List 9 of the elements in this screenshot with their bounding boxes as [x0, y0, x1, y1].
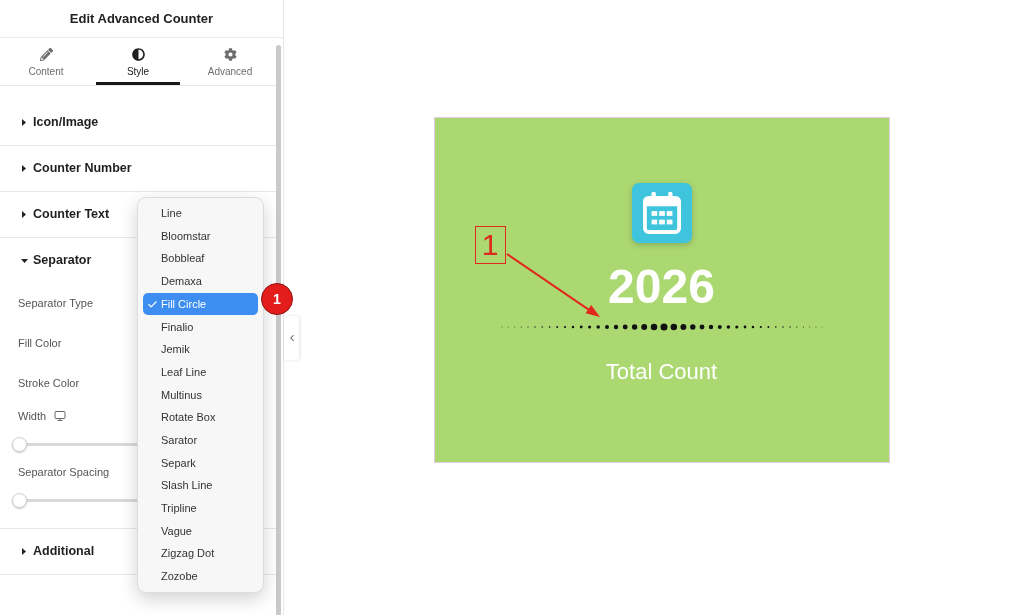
counter-number: 2026	[608, 263, 715, 311]
panel-title: Edit Advanced Counter	[69, 9, 214, 28]
control-label: Separator Spacing	[18, 464, 110, 480]
control-label: Fill Color	[18, 335, 62, 351]
callout-number: 1	[474, 226, 506, 264]
counter-label: Total Count	[605, 359, 718, 385]
control-label: Width	[18, 408, 47, 424]
control-label: Stroke Color	[18, 375, 80, 391]
control-label: Separator Type	[18, 295, 93, 311]
